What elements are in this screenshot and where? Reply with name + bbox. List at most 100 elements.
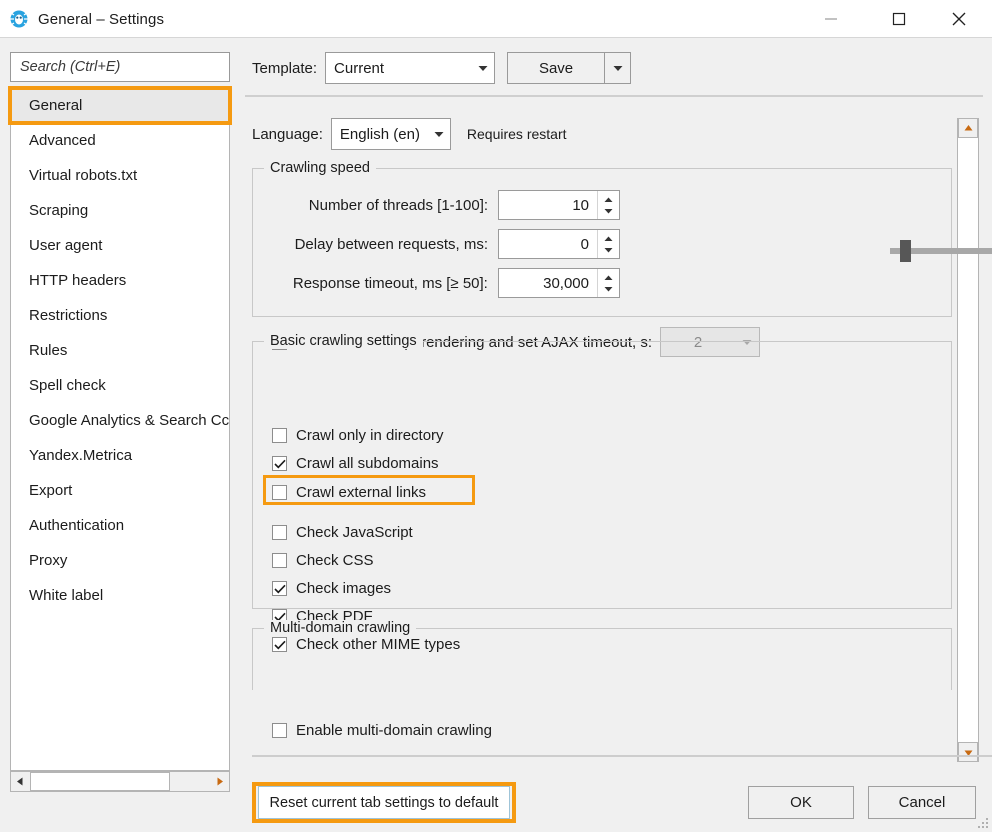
- scroll-right-button[interactable]: [210, 772, 229, 791]
- cancel-button[interactable]: Cancel: [868, 786, 976, 819]
- sidebar-horizontal-scrollbar[interactable]: [10, 771, 230, 792]
- timeout-label: Response timeout, ms [≥ 50]:: [292, 274, 488, 292]
- spinner-down-icon[interactable]: [604, 247, 613, 253]
- sidebar-item-restrictions[interactable]: Restrictions: [11, 298, 229, 333]
- ok-button[interactable]: OK: [748, 786, 854, 819]
- sidebar-item-google-analytics[interactable]: Google Analytics & Search Cc: [11, 403, 229, 438]
- check-javascript-row[interactable]: Check JavaScript: [272, 524, 413, 541]
- timeout-spinner-buttons[interactable]: [597, 269, 619, 297]
- footer-divider: [252, 755, 992, 757]
- timeout-value: 30,000: [543, 274, 589, 292]
- check-css-row[interactable]: Check CSS: [272, 552, 374, 569]
- crawl-all-subdomains-row[interactable]: Crawl all subdomains: [272, 455, 439, 472]
- language-row: Language: English (en) Requires restart: [252, 118, 567, 150]
- window-title-text: General – Settings: [38, 10, 165, 28]
- checkmark-icon: [273, 459, 286, 468]
- sidebar-item-advanced[interactable]: Advanced: [11, 123, 229, 158]
- sidebar-item-label: Advanced: [29, 132, 96, 149]
- check-images-row[interactable]: Check images: [272, 580, 391, 597]
- spinner-down-icon[interactable]: [604, 208, 613, 214]
- crawl-external-links-row[interactable]: Crawl external links: [272, 484, 426, 501]
- triangle-up-icon: [964, 124, 972, 130]
- sidebar-item-proxy[interactable]: Proxy: [11, 543, 229, 578]
- reset-settings-button[interactable]: Reset current tab settings to default: [258, 786, 510, 819]
- chevron-down-icon[interactable]: [472, 65, 494, 72]
- sidebar-item-user-agent[interactable]: User agent: [11, 228, 229, 263]
- chevron-down-icon[interactable]: [428, 131, 450, 138]
- threads-spinner[interactable]: 10: [498, 190, 620, 220]
- sidebar-item-yandex-metrica[interactable]: Yandex.Metrica: [11, 438, 229, 473]
- language-label: Language:: [252, 125, 323, 143]
- scrollbar-thumb[interactable]: [30, 772, 170, 791]
- spider-icon: [9, 9, 29, 29]
- scroll-up-button[interactable]: [958, 118, 978, 138]
- resize-grip-icon[interactable]: [977, 817, 989, 829]
- crawl-only-directory-row[interactable]: Crawl only in directory: [272, 427, 444, 444]
- spinner-up-icon[interactable]: [604, 197, 613, 203]
- sidebar-item-spell-check[interactable]: Spell check: [11, 368, 229, 403]
- language-select[interactable]: English (en): [330, 118, 451, 150]
- multi-domain-legend: Multi-domain crawling: [264, 620, 417, 636]
- save-button[interactable]: Save: [507, 52, 606, 84]
- check-images-label: Check images: [296, 580, 392, 597]
- sidebar-item-http-headers[interactable]: HTTP headers: [11, 263, 229, 298]
- checkmark-icon: [273, 584, 286, 593]
- sidebar-item-authentication[interactable]: Authentication: [11, 508, 229, 543]
- check-css-label: Check CSS: [296, 552, 374, 569]
- sidebar-item-label: Authentication: [29, 517, 125, 534]
- maximize-icon: [892, 12, 906, 26]
- sidebar-item-rules[interactable]: Rules: [11, 333, 229, 368]
- check-images-checkbox[interactable]: [272, 581, 287, 596]
- template-row: Template: Current Save: [252, 52, 632, 84]
- toolbar-divider: [245, 95, 983, 97]
- sidebar-item-general[interactable]: General: [11, 88, 229, 123]
- delay-spinner[interactable]: 0: [498, 229, 620, 259]
- sidebar-item-export[interactable]: Export: [11, 473, 229, 508]
- threads-field-row: Number of threads [1-100]: 10: [280, 190, 620, 220]
- sidebar-item-virtual-robots-txt[interactable]: Virtual robots.txt: [11, 158, 229, 193]
- timeout-spinner[interactable]: 30,000: [497, 268, 620, 298]
- save-button-label: Save: [538, 59, 574, 77]
- maximize-button[interactable]: [876, 0, 922, 38]
- enable-multi-domain-label: Enable multi-domain crawling: [296, 722, 492, 739]
- crawl-all-subdomains-label: Crawl all subdomains: [296, 455, 439, 472]
- scroll-down-button[interactable]: [958, 742, 978, 762]
- scroll-left-button[interactable]: [11, 772, 30, 791]
- save-dropdown-button[interactable]: [605, 52, 632, 84]
- dialog-body: General Advanced Virtual robots.txt Scra…: [0, 38, 992, 832]
- spinner-up-icon[interactable]: [604, 275, 613, 281]
- content-vertical-scrollbar[interactable]: [957, 118, 979, 762]
- search-input[interactable]: [10, 52, 230, 82]
- sidebar-item-label: Virtual robots.txt: [29, 167, 138, 184]
- threads-slider[interactable]: [890, 236, 992, 264]
- spinner-up-icon[interactable]: [604, 236, 613, 242]
- sidebar-item-label: White label: [29, 587, 104, 604]
- close-button[interactable]: [936, 0, 982, 38]
- enable-multi-domain-row[interactable]: Enable multi-domain crawling: [272, 722, 492, 739]
- sidebar-item-label: Restrictions: [29, 307, 108, 324]
- crawl-only-directory-label: Crawl only in directory: [296, 427, 444, 444]
- template-label: Template:: [252, 59, 318, 77]
- check-css-checkbox[interactable]: [272, 553, 287, 568]
- delay-spinner-buttons[interactable]: [597, 230, 619, 258]
- window-title-bar: General – Settings: [0, 0, 992, 38]
- settings-sidebar: General Advanced Virtual robots.txt Scra…: [8, 52, 232, 792]
- minimize-button[interactable]: [808, 0, 854, 38]
- minimize-icon: [825, 18, 837, 20]
- sidebar-item-scraping[interactable]: Scraping: [11, 193, 229, 228]
- crawl-only-directory-checkbox[interactable]: [272, 428, 287, 443]
- crawl-all-subdomains-checkbox[interactable]: [272, 456, 287, 471]
- threads-value: 10: [572, 196, 589, 214]
- template-select[interactable]: Current: [325, 52, 496, 84]
- spinner-down-icon[interactable]: [604, 286, 613, 292]
- check-javascript-checkbox[interactable]: [272, 525, 287, 540]
- settings-nav-list[interactable]: General Advanced Virtual robots.txt Scra…: [10, 88, 230, 771]
- threads-spinner-buttons[interactable]: [597, 191, 619, 219]
- reset-settings-label: Reset current tab settings to default: [269, 794, 499, 811]
- enable-multi-domain-checkbox[interactable]: [272, 723, 287, 738]
- crawling-speed-legend: Crawling speed: [264, 160, 376, 176]
- scrollbar-track[interactable]: [170, 772, 210, 791]
- sidebar-item-white-label[interactable]: White label: [11, 578, 229, 613]
- slider-thumb[interactable]: [900, 240, 911, 262]
- crawl-external-links-checkbox[interactable]: [272, 485, 287, 500]
